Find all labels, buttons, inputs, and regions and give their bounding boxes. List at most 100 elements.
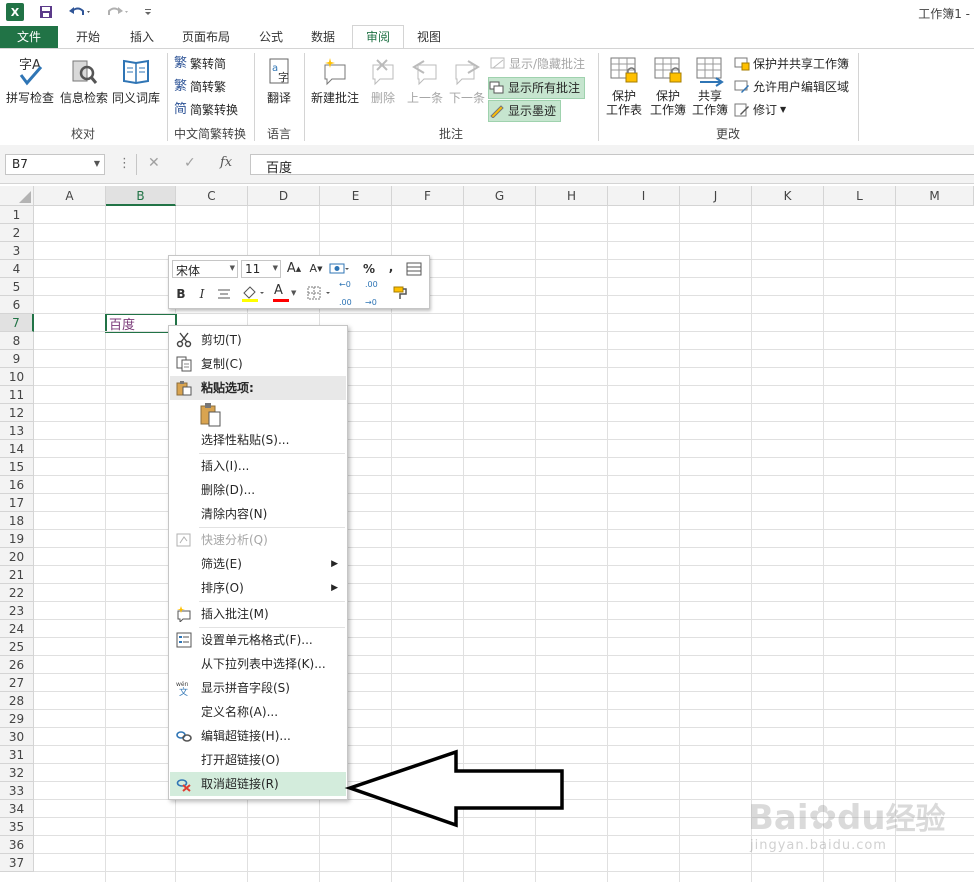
menu-item-pick-from-list[interactable]: 从下拉列表中选择(K)...	[170, 652, 346, 676]
row-header-9[interactable]: 9	[0, 350, 34, 368]
row-header-35[interactable]: 35	[0, 818, 34, 836]
tab-data[interactable]: 数据	[300, 26, 346, 48]
align-center-icon[interactable]	[215, 285, 233, 303]
grow-font-icon[interactable]: A ▲	[285, 260, 303, 278]
row-header-37[interactable]: 37	[0, 854, 34, 872]
row-header-32[interactable]: 32	[0, 764, 34, 782]
column-header-h[interactable]: H	[536, 186, 608, 206]
redo-icon[interactable]	[104, 3, 132, 21]
row-header-8[interactable]: 8	[0, 332, 34, 350]
menu-item-filter[interactable]: 筛选(E) ▶	[170, 552, 346, 576]
cancel-icon[interactable]: ✕	[148, 155, 160, 171]
customize-qat-icon[interactable]	[140, 3, 156, 21]
row-header-27[interactable]: 27	[0, 674, 34, 692]
fill-color-icon[interactable]	[239, 284, 267, 302]
track-changes-button[interactable]: 修订 ▼	[734, 100, 786, 120]
menu-item-paste-special[interactable]: 选择性粘贴(S)...	[170, 428, 346, 452]
italic-button[interactable]: I	[195, 285, 209, 303]
protect-share-workbook-button[interactable]: 保护并共享工作簿	[734, 54, 849, 74]
chinese-conversion-button[interactable]: 简 简繁转换	[174, 100, 238, 120]
column-header-g[interactable]: G	[464, 186, 536, 206]
bold-button[interactable]: B	[173, 285, 189, 303]
font-name-combo[interactable]: 宋体 ▼	[172, 260, 238, 278]
row-header-16[interactable]: 16	[0, 476, 34, 494]
name-box[interactable]: B7 ▼	[5, 154, 105, 175]
menu-item-edit-hyperlink[interactable]: 编辑超链接(H)...	[170, 724, 346, 748]
row-header-15[interactable]: 15	[0, 458, 34, 476]
protect-workbook-button[interactable]: 保护 工作簿	[646, 55, 690, 117]
next-comment-button[interactable]: 下一条	[446, 55, 488, 106]
row-header-22[interactable]: 22	[0, 584, 34, 602]
row-header-29[interactable]: 29	[0, 710, 34, 728]
row-header-28[interactable]: 28	[0, 692, 34, 710]
row-header-33[interactable]: 33	[0, 782, 34, 800]
menu-item-insert-comment[interactable]: 插入批注(M)	[170, 602, 346, 626]
column-header-e[interactable]: E	[320, 186, 392, 206]
translate-button[interactable]: a 字 翻译	[258, 55, 300, 106]
insert-function-icon[interactable]: fx	[220, 155, 232, 170]
column-header-j[interactable]: J	[680, 186, 752, 206]
show-hide-comment-button[interactable]: 显示/隐藏批注	[490, 54, 585, 74]
trad-to-simp-button[interactable]: 繁 繁转简	[174, 54, 226, 74]
menu-item-delete[interactable]: 删除(D)...	[170, 478, 346, 502]
row-header-4[interactable]: 4	[0, 260, 34, 278]
font-size-combo[interactable]: 11 ▼	[241, 260, 281, 278]
row-header-6[interactable]: 6	[0, 296, 34, 314]
chevron-down-icon[interactable]: ▼	[230, 264, 235, 272]
column-header-m[interactable]: M	[896, 186, 974, 206]
tab-file[interactable]: 文件	[0, 26, 58, 48]
menu-item-open-hyperlink[interactable]: 打开超链接(O)	[170, 748, 346, 772]
previous-comment-button[interactable]: 上一条	[404, 55, 446, 106]
row-header-31[interactable]: 31	[0, 746, 34, 764]
formula-bar-splitter-icon[interactable]: ⋮	[118, 156, 131, 171]
column-header-b[interactable]: B	[106, 186, 176, 206]
spell-check-button[interactable]: 字A 拼写检查	[4, 55, 56, 106]
tab-view[interactable]: 视图	[406, 26, 452, 48]
format-painter-icon[interactable]	[391, 284, 409, 302]
row-header-14[interactable]: 14	[0, 440, 34, 458]
show-all-comments-button[interactable]: 显示所有批注	[488, 77, 586, 99]
menu-item-define-name[interactable]: 定义名称(A)...	[170, 700, 346, 724]
increase-decimal-icon[interactable]: ←0 .00	[339, 280, 361, 307]
row-header-3[interactable]: 3	[0, 242, 34, 260]
chevron-down-icon[interactable]: ▼	[94, 159, 100, 168]
row-header-1[interactable]: 1	[0, 206, 34, 224]
row-header-36[interactable]: 36	[0, 836, 34, 854]
row-header-17[interactable]: 17	[0, 494, 34, 512]
menu-item-sort[interactable]: 排序(O) ▶	[170, 576, 346, 600]
column-header-k[interactable]: K	[752, 186, 824, 206]
row-header-13[interactable]: 13	[0, 422, 34, 440]
simp-to-trad-button[interactable]: 繁 简转繁	[174, 77, 226, 97]
row-header-11[interactable]: 11	[0, 386, 34, 404]
tab-formulas[interactable]: 公式	[248, 26, 294, 48]
menu-item-copy[interactable]: 复制(C)	[170, 352, 346, 376]
delete-comment-button[interactable]: 删除	[364, 55, 402, 106]
row-header-21[interactable]: 21	[0, 566, 34, 584]
undo-icon[interactable]	[66, 3, 94, 21]
font-color-icon[interactable]: A ▼	[271, 283, 299, 302]
tab-home[interactable]: 开始	[64, 26, 112, 48]
select-all-corner[interactable]	[0, 186, 34, 206]
formula-input[interactable]: 百度	[250, 154, 974, 176]
column-header-d[interactable]: D	[248, 186, 320, 206]
column-header-i[interactable]: I	[608, 186, 680, 206]
column-header-l[interactable]: L	[824, 186, 896, 206]
borders-icon[interactable]	[305, 284, 335, 302]
comma-style-icon[interactable]: ,	[385, 258, 397, 276]
row-header-24[interactable]: 24	[0, 620, 34, 638]
tab-review[interactable]: 审阅	[352, 25, 404, 49]
menu-item-remove-hyperlink[interactable]: 取消超链接(R)	[170, 772, 346, 796]
column-header-a[interactable]: A	[34, 186, 106, 206]
row-header-7[interactable]: 7	[0, 314, 34, 332]
row-header-23[interactable]: 23	[0, 602, 34, 620]
row-header-20[interactable]: 20	[0, 548, 34, 566]
column-header-c[interactable]: C	[176, 186, 248, 206]
row-header-18[interactable]: 18	[0, 512, 34, 530]
menu-item-show-phonetic[interactable]: wén 文 显示拼音字段(S)	[170, 676, 346, 700]
menu-item-insert[interactable]: 插入(I)...	[170, 454, 346, 478]
chevron-down-icon[interactable]: ▼	[273, 264, 278, 272]
new-comment-button[interactable]: 新建批注	[308, 55, 362, 106]
paste-button[interactable]	[199, 402, 223, 428]
row-header-5[interactable]: 5	[0, 278, 34, 296]
row-header-26[interactable]: 26	[0, 656, 34, 674]
